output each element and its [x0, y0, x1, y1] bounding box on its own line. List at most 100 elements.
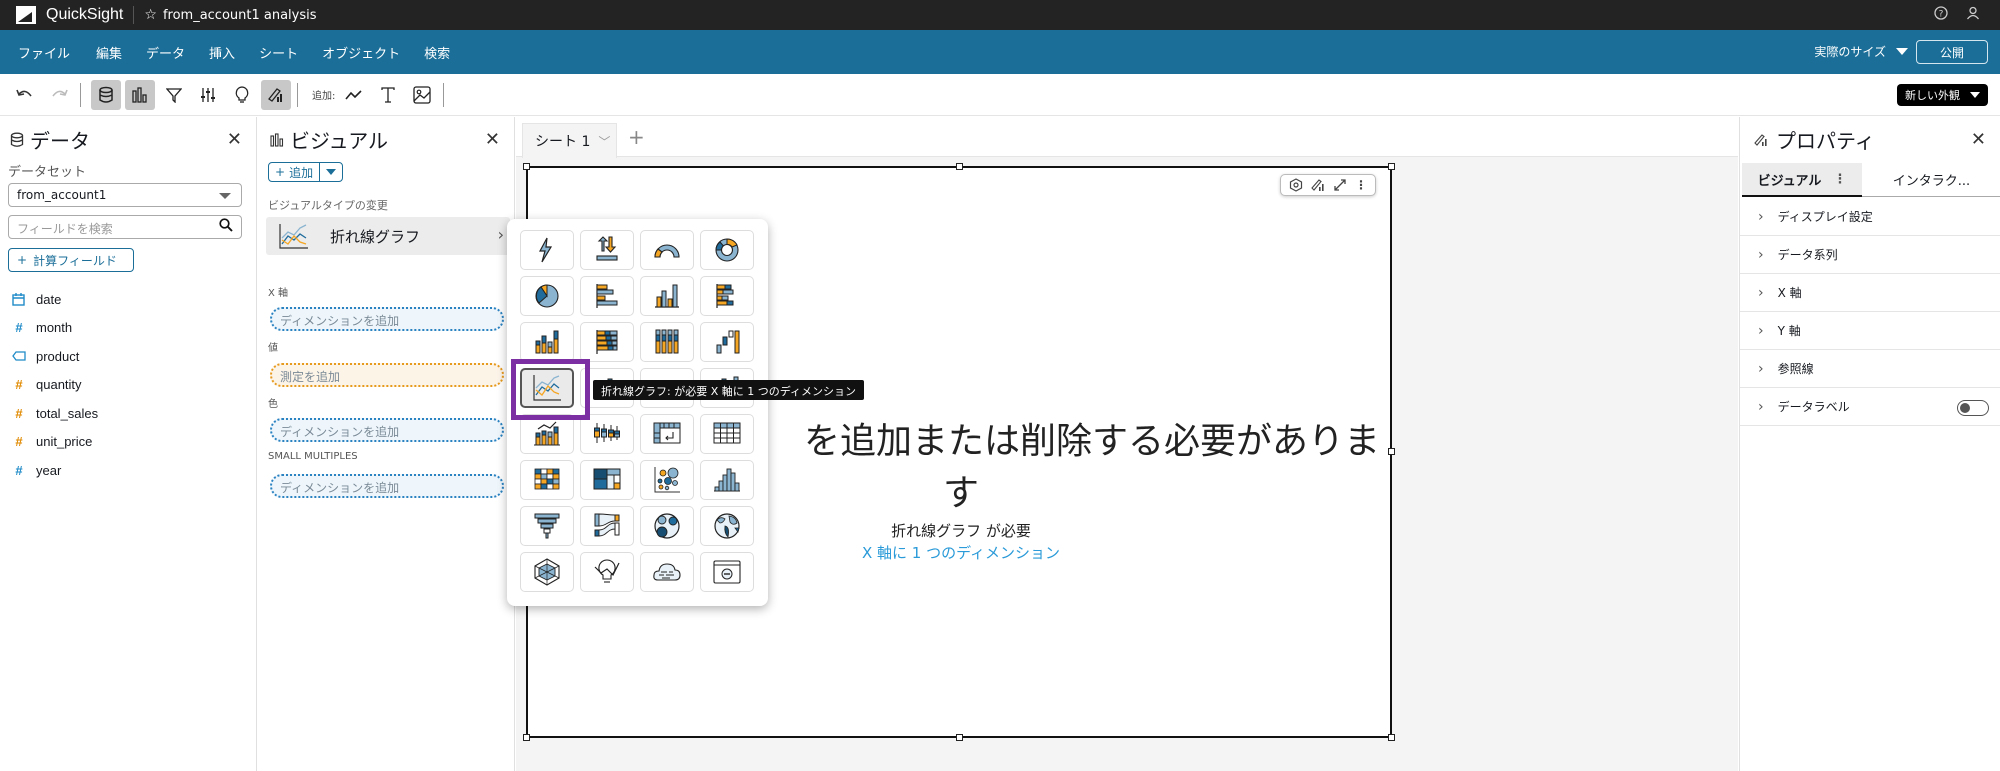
bar-chart-icon [132, 86, 147, 103]
section-x-axis[interactable]: › X 軸 [1740, 274, 2000, 312]
add-image-button[interactable] [407, 80, 437, 110]
visual-type-pie[interactable] [520, 276, 574, 316]
menu-search[interactable]: 検索 [424, 43, 450, 62]
resize-handle[interactable] [523, 163, 530, 170]
help-icon[interactable]: ? [1934, 6, 1948, 20]
more-options-icon[interactable]: ⋮ [1833, 172, 1846, 187]
visual-type-vertical-stacked-bar[interactable] [520, 322, 574, 362]
close-visual-panel-icon[interactable]: ✕ [485, 129, 500, 150]
insights-icon[interactable] [1289, 178, 1303, 192]
visual-type-donut[interactable] [700, 230, 754, 270]
visual-panel-toggle[interactable] [125, 79, 155, 110]
tab-interactions[interactable]: インタラク... [1862, 163, 2000, 197]
format-visual-icon[interactable] [1311, 178, 1325, 192]
field-item-date[interactable]: date [12, 285, 98, 314]
visual-type-box-plot[interactable] [580, 414, 634, 454]
visual-type-horizontal-bar[interactable] [580, 276, 634, 316]
parameters-button[interactable] [193, 80, 223, 110]
visual-type-heat-map[interactable] [520, 460, 574, 500]
visual-type-custom-visual[interactable] [700, 552, 754, 592]
divider [133, 6, 135, 24]
visual-type-pivot-table[interactable] [640, 414, 694, 454]
field-item-quantity[interactable]: # quantity [12, 371, 98, 400]
visual-type-points-on-map[interactable] [640, 506, 694, 546]
close-data-panel-icon[interactable]: ✕ [227, 129, 242, 150]
visual-type-horizontal-stacked-bar[interactable] [700, 276, 754, 316]
data-panel-toggle[interactable] [91, 79, 121, 110]
visual-type-word-cloud[interactable] [640, 552, 694, 592]
section-data-labels[interactable]: › データラベル [1740, 388, 2000, 426]
field-item-month[interactable]: # month [12, 314, 98, 343]
add-visual-dropdown[interactable] [320, 163, 342, 181]
visual-type-combo-line-bar[interactable] [520, 414, 574, 454]
field-item-unit-price[interactable]: # unit_price [12, 428, 98, 457]
user-icon[interactable] [1966, 6, 1980, 20]
visual-type-funnel[interactable] [520, 506, 574, 546]
dataset-select[interactable]: from_account1 [8, 183, 242, 207]
visual-type-tree-map[interactable] [580, 460, 634, 500]
resize-handle[interactable] [956, 734, 963, 741]
visual-type-insight[interactable] [580, 552, 634, 592]
visual-type-gauge[interactable] [640, 230, 694, 270]
visual-type-waterfall-steps[interactable] [700, 322, 754, 362]
resize-handle[interactable] [523, 734, 530, 741]
field-item-year[interactable]: # year [12, 456, 98, 485]
analysis-title[interactable]: from_account1 analysis [163, 8, 317, 23]
visual-type-histogram[interactable] [700, 460, 754, 500]
value-well[interactable]: 測定を追加 [270, 363, 504, 387]
add-sheet-button[interactable]: + [628, 125, 645, 149]
add-visual-button[interactable] [339, 80, 369, 110]
visual-type-vertical-bar[interactable] [640, 276, 694, 316]
more-options-icon[interactable]: ⋮ [1355, 178, 1367, 192]
section-y-axis[interactable]: › Y 軸 [1740, 312, 2000, 350]
close-properties-icon[interactable]: ✕ [1971, 129, 1986, 150]
filter-button[interactable] [159, 80, 189, 110]
undo-button[interactable] [10, 80, 40, 110]
new-look-toggle[interactable]: 新しい外観 [1897, 84, 1988, 106]
visual-type-vertical-100-stacked-bar[interactable] [640, 322, 694, 362]
expand-icon[interactable] [1333, 178, 1347, 192]
menu-data[interactable]: データ [146, 43, 185, 62]
visual-type-line-chart[interactable] [520, 368, 574, 408]
small-multiples-well[interactable]: ディメンションを追加 [270, 474, 504, 498]
size-selector[interactable]: 実際のサイズ [1814, 43, 1908, 60]
redo-button[interactable] [44, 80, 74, 110]
favorite-star-icon[interactable]: ☆ [144, 7, 157, 23]
section-display-settings[interactable]: › ディスプレイ設定 [1740, 198, 2000, 236]
visual-type-horizontal-100-stacked-bar[interactable] [580, 322, 634, 362]
visual-type-selector[interactable]: 折れ線グラフ › [266, 217, 510, 255]
menu-edit[interactable]: 編集 [96, 43, 122, 62]
field-item-product[interactable]: product [12, 342, 98, 371]
menu-object[interactable]: オブジェクト [322, 43, 400, 62]
chevron-down-icon[interactable]: ﹀ [598, 133, 610, 150]
tab-visual[interactable]: ビジュアル ⋮ [1742, 163, 1862, 197]
resize-handle[interactable] [1388, 734, 1395, 741]
visual-type-waterfall[interactable] [580, 230, 634, 270]
data-labels-toggle[interactable] [1957, 400, 1989, 416]
field-item-total-sales[interactable]: # total_sales [12, 399, 98, 428]
add-visual-button[interactable]: + 追加 [269, 163, 321, 181]
menu-sheet[interactable]: シート [259, 43, 298, 62]
resize-handle[interactable] [1388, 163, 1395, 170]
visual-type-table[interactable] [700, 414, 754, 454]
field-search-input[interactable]: フィールドを検索 [8, 215, 242, 239]
visual-type-sankey[interactable] [580, 506, 634, 546]
menu-insert[interactable]: 挿入 [209, 43, 235, 62]
quicksight-logo[interactable]: QuickSight [16, 6, 123, 24]
color-well[interactable]: ディメンションを追加 [270, 418, 504, 442]
add-calculated-field-button[interactable]: + 計算フィールド [8, 248, 134, 272]
resize-handle[interactable] [956, 163, 963, 170]
add-text-button[interactable] [373, 80, 403, 110]
insights-button[interactable] [227, 80, 257, 110]
visual-type-filled-map[interactable] [700, 506, 754, 546]
publish-button[interactable]: 公開 [1916, 40, 1988, 64]
visual-type-scatter-plot[interactable] [640, 460, 694, 500]
section-reference-lines[interactable]: › 参照線 [1740, 350, 2000, 388]
menu-file[interactable]: ファイル [18, 43, 70, 62]
section-data-series[interactable]: › データ系列 [1740, 236, 2000, 274]
visual-type-kpi[interactable] [520, 230, 574, 270]
properties-toggle[interactable] [261, 79, 291, 110]
x-axis-well[interactable]: ディメンションを追加 [270, 307, 504, 331]
visual-type-radar[interactable] [520, 552, 574, 592]
tab-sheet-1[interactable]: シート 1 ﹀ [522, 123, 617, 158]
